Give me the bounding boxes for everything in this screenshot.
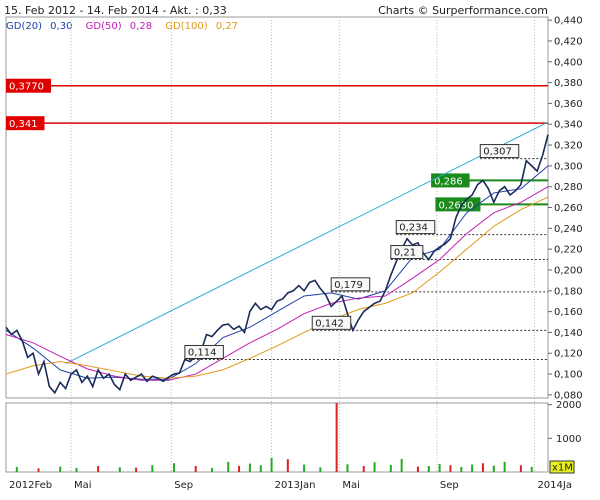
- volume-bar: [438, 463, 441, 472]
- y-tick-label: 0,300: [554, 161, 583, 172]
- trendline: [65, 121, 549, 365]
- x-tick-label: Mai: [342, 480, 360, 491]
- volume-y-tick-label: 1000: [556, 434, 581, 445]
- volume-bar: [416, 466, 419, 472]
- volume-y-tick-label: 2000: [556, 400, 581, 411]
- volume-bar: [492, 465, 495, 472]
- y-tick-label: 0,340: [554, 120, 583, 131]
- support-label: 0,286: [434, 176, 463, 187]
- series-line-gd50: [5, 186, 549, 381]
- volume-bar: [449, 465, 452, 472]
- y-tick-label: 0,240: [554, 224, 583, 235]
- series-line-gd100: [5, 196, 549, 379]
- volume-bar: [151, 465, 154, 472]
- x-tick-label: Mai: [74, 480, 92, 491]
- level-label: 0,142: [315, 318, 344, 329]
- volume-bar: [75, 467, 78, 472]
- volume-bar: [373, 462, 376, 472]
- y-tick-label: 0,140: [554, 328, 583, 339]
- volume-bar: [210, 467, 213, 472]
- volume-bar: [427, 465, 430, 472]
- level-label: 0,114: [188, 347, 217, 358]
- x-tick-label: 2014Ja: [537, 480, 572, 491]
- y-tick-label: 0,280: [554, 182, 583, 193]
- y-tick-label: 0,420: [554, 36, 583, 47]
- volume-bar: [335, 403, 338, 472]
- price-chart: 0,0800,1000,1200,1400,1600,1800,2000,220…: [5, 16, 583, 491]
- volume-bar: [118, 467, 121, 472]
- level-label: 0,234: [399, 223, 428, 234]
- volume-bar: [319, 467, 322, 472]
- price-line: [5, 134, 549, 395]
- x-tick-label: 2013Jan: [275, 480, 316, 491]
- volume-bar: [471, 464, 474, 472]
- y-tick-label: 0,360: [554, 99, 583, 110]
- x-tick-label: 2012Feb: [9, 480, 52, 491]
- y-tick-label: 0,400: [554, 57, 583, 68]
- y-tick-label: 0,320: [554, 141, 583, 152]
- volume-bar: [259, 465, 262, 472]
- volume-unit-label: x1M: [552, 463, 573, 474]
- x-tick-label: Sep: [174, 480, 193, 491]
- y-tick-label: 0,160: [554, 307, 583, 318]
- volume-bar: [503, 461, 506, 472]
- y-tick-label: 0,440: [554, 16, 583, 27]
- volume-bar: [173, 463, 176, 472]
- y-tick-label: 0,260: [554, 203, 583, 214]
- volume-bar: [135, 467, 138, 472]
- volume-bar: [362, 465, 365, 472]
- volume-bar: [400, 458, 403, 472]
- volume-bar: [389, 464, 392, 472]
- volume-bar: [481, 463, 484, 472]
- volume-panel-frame: [5, 402, 549, 473]
- volume-bar: [519, 465, 522, 472]
- volume-bar: [248, 463, 251, 472]
- y-tick-label: 0,380: [554, 78, 583, 89]
- volume-bar: [37, 468, 40, 472]
- volume-bar: [286, 459, 289, 472]
- level-label: 0,307: [483, 147, 512, 158]
- y-tick-label: 0,180: [554, 286, 583, 297]
- y-tick-label: 0,100: [554, 370, 583, 381]
- level-label: 0,179: [334, 280, 363, 291]
- volume-bar: [346, 464, 349, 472]
- volume-bar: [303, 464, 306, 472]
- volume-bar: [97, 465, 100, 472]
- resistance-label: 0,3770: [9, 82, 44, 93]
- volume-bar: [460, 466, 463, 472]
- volume-bar: [227, 461, 230, 472]
- y-tick-label: 0,120: [554, 349, 583, 360]
- volume-bar: [194, 465, 197, 472]
- level-label: 0,21: [394, 248, 416, 259]
- support-label: 0,2630: [438, 200, 473, 211]
- volume-bar: [15, 466, 18, 472]
- y-tick-label: 0,220: [554, 245, 583, 256]
- volume-bar: [238, 465, 241, 472]
- volume-bar: [270, 457, 273, 472]
- volume-bar: [530, 466, 533, 472]
- volume-bar: [59, 466, 62, 472]
- x-tick-label: Sep: [440, 480, 459, 491]
- y-tick-label: 0,200: [554, 265, 583, 276]
- resistance-label: 0,341: [9, 119, 38, 130]
